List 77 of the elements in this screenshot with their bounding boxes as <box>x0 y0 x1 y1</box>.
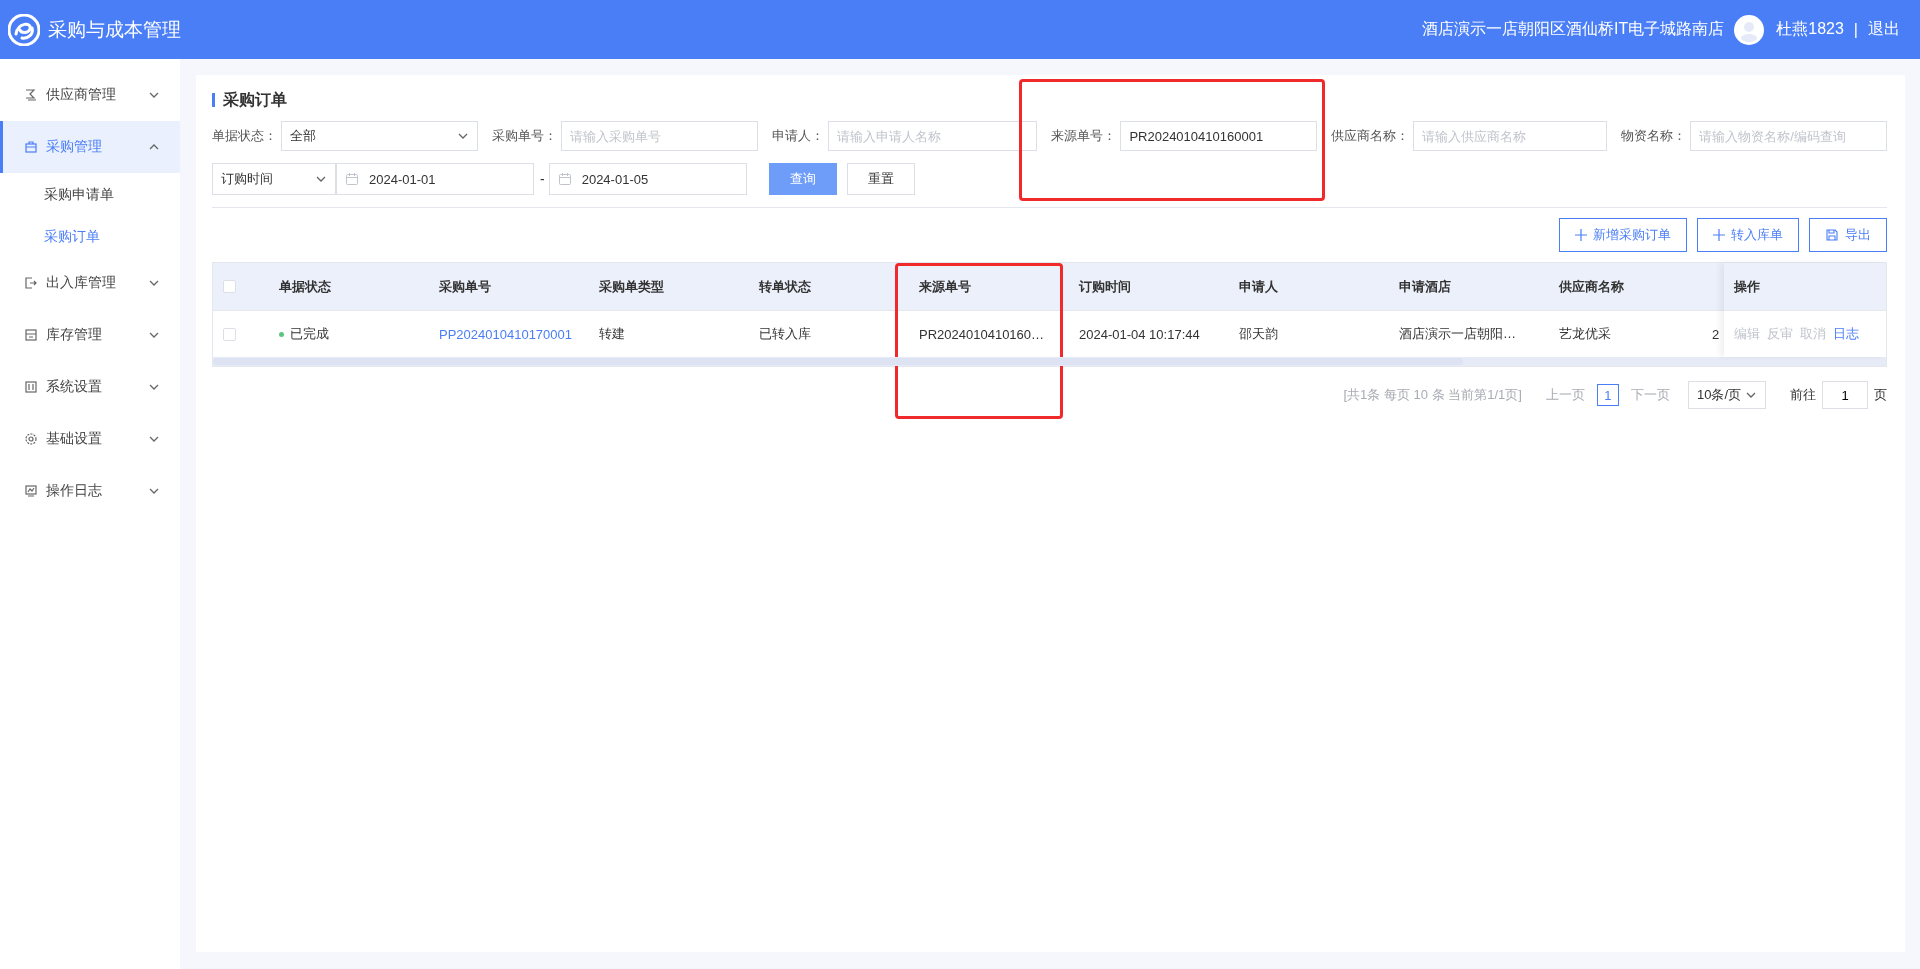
scrollbar[interactable] <box>213 357 1886 366</box>
sidebar-item[interactable]: 供应商管理 <box>0 69 180 121</box>
page-title: 采购订单 <box>212 93 1887 107</box>
column-header: 申请人 <box>1238 277 1279 296</box>
reset-button[interactable]: 重置 <box>846 163 915 195</box>
table-cell: 邵天韵 <box>1239 326 1278 341</box>
toolbar-button[interactable]: 新增采购订单 <box>1559 218 1687 252</box>
user-name: 杜燕1823 <box>1776 19 1844 39</box>
date-field[interactable]: 2024-01-01 <box>336 163 534 195</box>
input-field[interactable]: 请输入申请人名称 <box>827 121 1038 151</box>
table-cell: 已转入库 <box>759 326 811 341</box>
sidebar-item[interactable]: 系统设置 <box>0 361 180 413</box>
table-cell: 2024-01-04 10:17:44 <box>1079 326 1200 342</box>
column-header: 采购单类型 <box>598 277 665 296</box>
input-field[interactable]: 请输入供应商名称 <box>1413 121 1608 151</box>
bag-icon <box>24 140 38 154</box>
toolbar-button[interactable]: 导出 <box>1809 218 1887 252</box>
separator: | <box>1853 20 1858 39</box>
column-header: 单据状态 <box>278 277 332 296</box>
column-header: 转单状态 <box>758 277 812 296</box>
column-header: 操作 <box>1734 277 1760 296</box>
table-cell: PR2024010410160… <box>919 326 1045 342</box>
toolbar-button[interactable]: 转入库单 <box>1697 218 1799 252</box>
page-button[interactable]: 1 <box>1596 384 1619 406</box>
goto-label: 前往 <box>1790 386 1816 404</box>
plus-icon <box>1575 229 1587 241</box>
settings-icon <box>24 432 38 446</box>
checkbox[interactable] <box>223 280 236 293</box>
table-cell: 艺龙优采 <box>1559 326 1611 341</box>
input-field[interactable]: 请输入采购单号 <box>560 121 758 151</box>
calendar-icon <box>557 172 572 186</box>
input-field[interactable]: 请输入物资名称/编码查询 <box>1690 121 1887 151</box>
monitor-icon <box>24 484 38 498</box>
panel-icon <box>24 380 38 394</box>
calendar-icon <box>345 172 359 186</box>
sidebar-item[interactable]: 基础设置 <box>0 413 180 465</box>
filter-label: 单据状态： <box>212 127 277 145</box>
column-header: 来源单号 <box>909 277 1069 296</box>
page-input[interactable]: 1 <box>1822 381 1868 409</box>
filter-label: 物资名称： <box>1621 127 1687 145</box>
date-separator: - <box>540 171 545 187</box>
page-summary: [共1条 每页 10 条 当前第1/1页] <box>1343 386 1522 404</box>
filter-label: 申请人： <box>771 127 824 145</box>
exit-door-icon <box>24 276 38 290</box>
date-field[interactable]: 2024-01-05 <box>548 163 747 195</box>
status-select[interactable]: 全部 <box>281 121 478 151</box>
sidebar-subitem[interactable]: 采购订单 <box>0 215 180 257</box>
order-link[interactable]: PP2024010410170001 <box>439 326 573 342</box>
sidebar-subitem[interactable]: 采购申请单 <box>0 173 180 215</box>
column-header: 采购单号 <box>438 277 492 296</box>
logo-icon <box>8 13 40 46</box>
input-field[interactable]: PR2024010410160001 <box>1120 121 1318 151</box>
app-title: 采购与成本管理 <box>48 17 181 42</box>
table-cell: 2 <box>1712 326 1720 342</box>
column-header: 供应商名称 <box>1557 277 1625 296</box>
page-suffix: 页 <box>1874 386 1887 404</box>
avatar-icon[interactable] <box>1734 14 1765 45</box>
table-cell: 酒店演示一店朝阳… <box>1399 326 1516 341</box>
column-header: 订购时间 <box>1078 277 1132 296</box>
sidebar-item[interactable]: 出入库管理 <box>0 257 180 309</box>
save-icon <box>1825 228 1839 242</box>
cabinet-icon <box>24 328 38 342</box>
sidebar-item[interactable]: 库存管理 <box>0 309 180 361</box>
filter-label: 供应商名称： <box>1331 127 1410 145</box>
status-cell: 已完成 <box>269 325 429 343</box>
action-link[interactable]: 日志 <box>1833 325 1859 343</box>
checkbox[interactable] <box>223 327 236 341</box>
filter-label: 来源单号： <box>1051 127 1117 145</box>
date-type-select[interactable]: 订购时间 <box>212 163 336 195</box>
sidebar-item[interactable]: 操作日志 <box>0 465 180 517</box>
page-size-select[interactable]: 10条/页 <box>1687 381 1766 409</box>
column-header: 申请酒店 <box>1398 277 1452 296</box>
plus-icon <box>1713 229 1725 241</box>
table-cell: 转建 <box>599 326 625 341</box>
filter-label: 采购单号： <box>491 127 557 145</box>
store-name: 酒店演示一店朝阳区酒仙桥IT电子城路南店 <box>1422 19 1725 39</box>
logout-link[interactable]: 退出 <box>1868 19 1900 40</box>
